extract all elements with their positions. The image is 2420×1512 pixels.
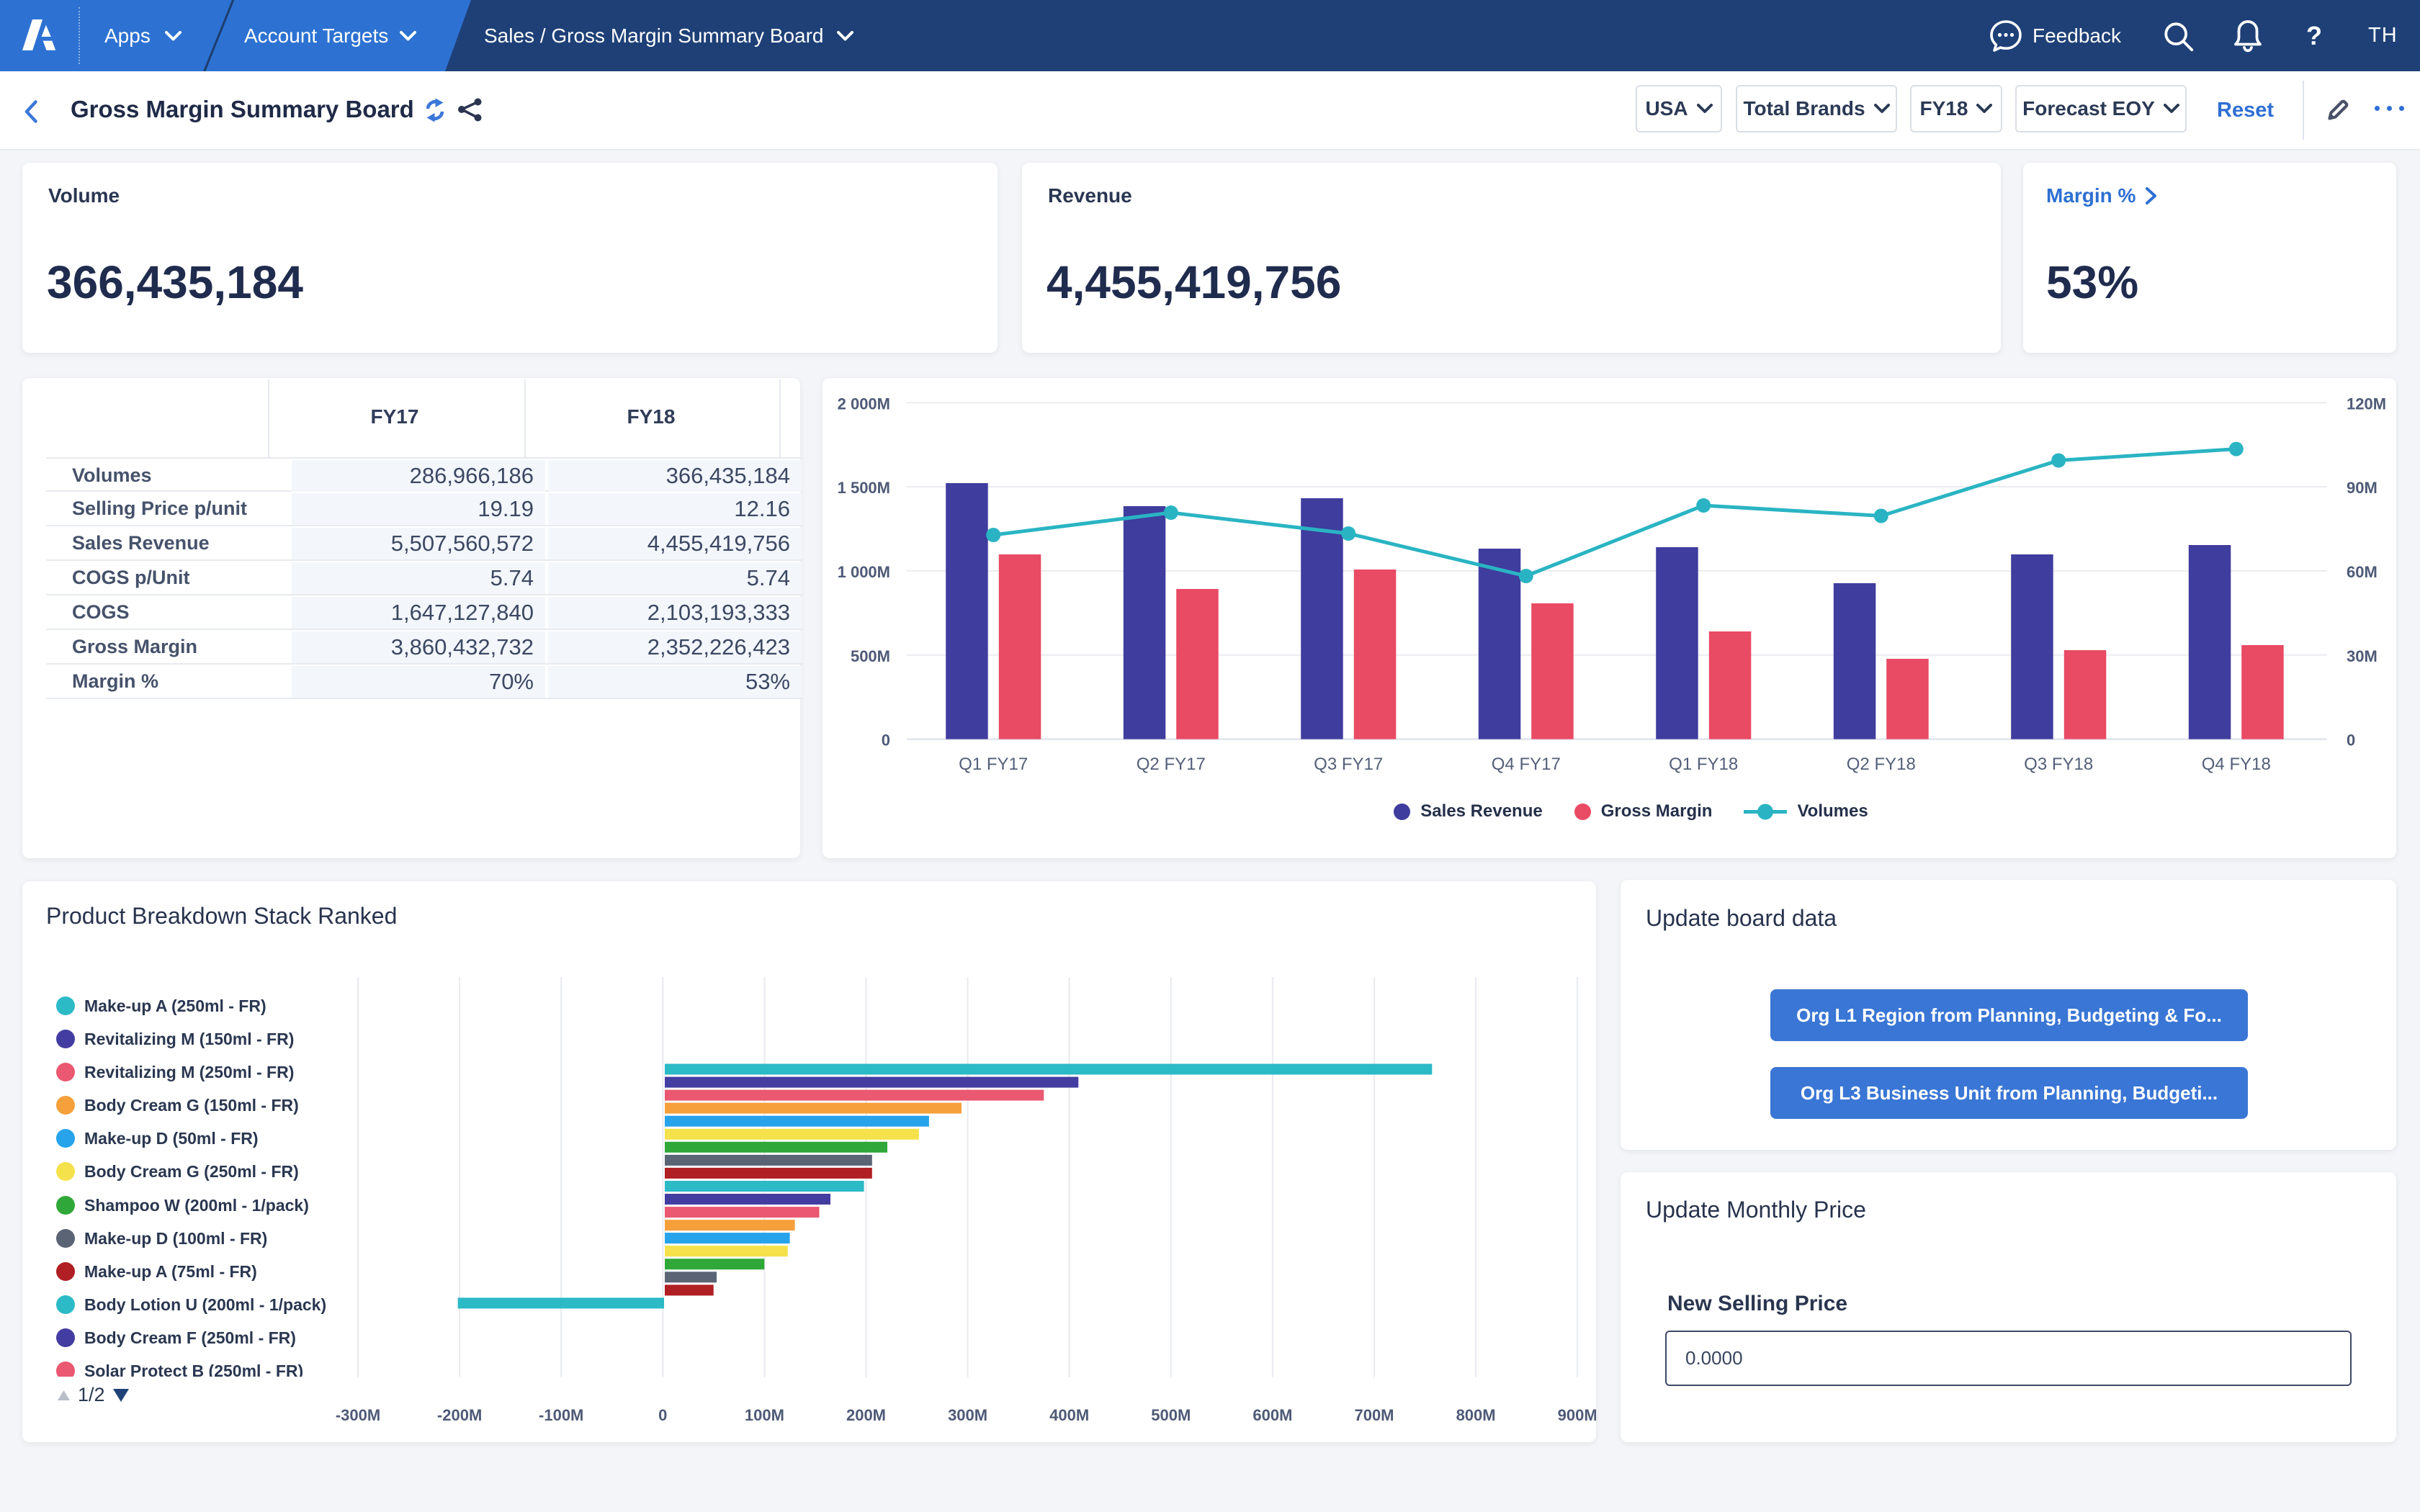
- svg-text:Q1 FY18: Q1 FY18: [1669, 755, 1738, 774]
- svg-text:-100M: -100M: [539, 1406, 583, 1424]
- svg-text:Q4 FY17: Q4 FY17: [1492, 755, 1561, 774]
- svg-text:800M: 800M: [1456, 1406, 1496, 1424]
- svg-text:Q3 FY18: Q3 FY18: [2024, 755, 2093, 774]
- svg-text:Q2 FY17: Q2 FY17: [1137, 755, 1206, 774]
- svg-text:500M: 500M: [1151, 1406, 1191, 1424]
- svg-text:700M: 700M: [1354, 1406, 1394, 1424]
- svg-text:900M: 900M: [1558, 1406, 1596, 1424]
- svg-text:-200M: -200M: [437, 1406, 482, 1424]
- svg-text:200M: 200M: [846, 1406, 886, 1424]
- svg-text:100M: 100M: [745, 1406, 784, 1424]
- svg-text:400M: 400M: [1049, 1406, 1089, 1424]
- svg-text:1 500M: 1 500M: [838, 479, 890, 497]
- svg-text:500M: 500M: [851, 647, 890, 665]
- svg-text:30M: 30M: [2347, 647, 2378, 665]
- svg-text:90M: 90M: [2347, 479, 2378, 497]
- svg-text:0: 0: [882, 732, 890, 750]
- svg-text:1 000M: 1 000M: [838, 563, 890, 581]
- svg-text:300M: 300M: [948, 1406, 987, 1424]
- svg-text:-300M: -300M: [336, 1406, 380, 1424]
- svg-text:120M: 120M: [2347, 395, 2386, 413]
- svg-text:60M: 60M: [2347, 563, 2378, 581]
- svg-text:Q3 FY17: Q3 FY17: [1314, 755, 1383, 774]
- svg-text:Q4 FY18: Q4 FY18: [2202, 755, 2271, 774]
- svg-text:0: 0: [658, 1406, 667, 1424]
- svg-text:600M: 600M: [1252, 1406, 1292, 1424]
- svg-text:2 000M: 2 000M: [838, 395, 890, 413]
- svg-text:0: 0: [2347, 732, 2355, 750]
- svg-text:Q1 FY17: Q1 FY17: [959, 755, 1028, 774]
- svg-text:Q2 FY18: Q2 FY18: [1847, 755, 1916, 774]
